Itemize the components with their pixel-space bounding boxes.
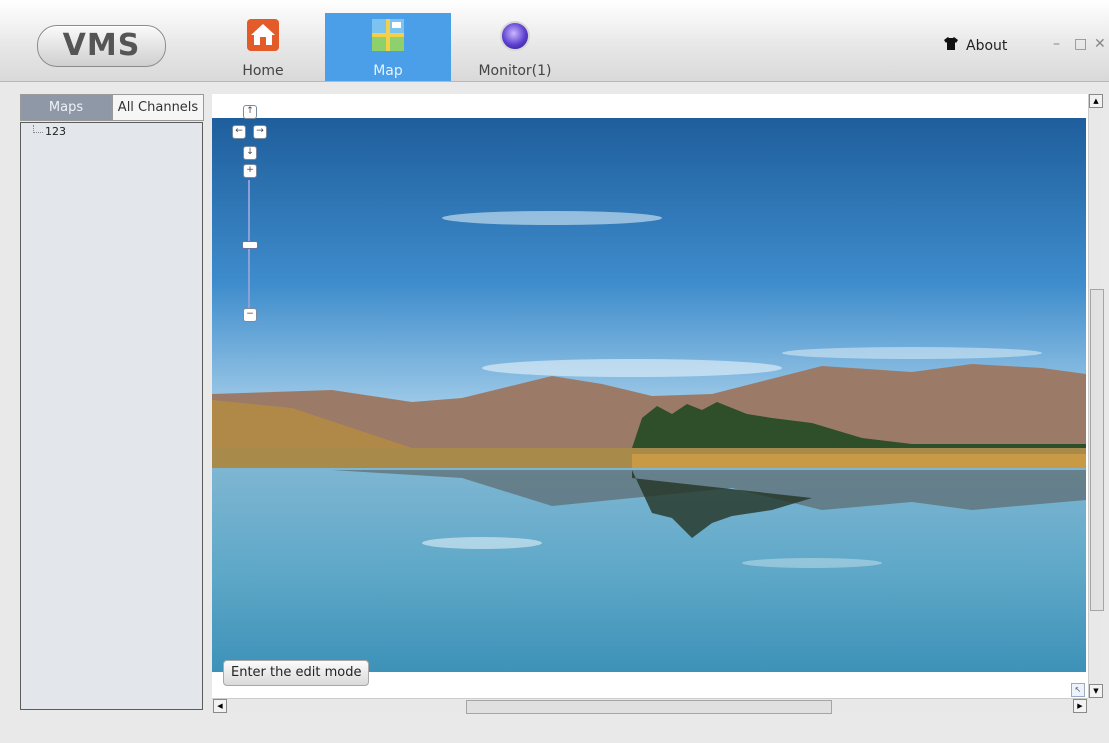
zoom-in-button[interactable]: +: [243, 164, 257, 178]
tab-monitor-label: Monitor(1): [478, 63, 552, 79]
pan-down-button[interactable]: ↓: [243, 146, 257, 160]
maximize-button[interactable]: □: [1074, 36, 1087, 52]
vertical-scrollbar[interactable]: ▲ ▼: [1088, 94, 1104, 698]
zoom-out-button[interactable]: −: [243, 308, 257, 322]
pan-right-button[interactable]: →: [253, 125, 267, 139]
tree-connector: [33, 125, 43, 133]
home-icon: [247, 19, 279, 51]
top-bar: VMS Home Map Monitor(1) About – □ ✕: [0, 0, 1109, 82]
about-button[interactable]: About: [944, 37, 1007, 54]
tab-map-label: Map: [373, 63, 403, 79]
scroll-right-arrow-icon[interactable]: ▶: [1073, 699, 1087, 713]
map-tree: 123: [20, 122, 203, 710]
map-image[interactable]: [212, 118, 1086, 672]
app-logo: VMS: [37, 25, 166, 67]
tab-maps[interactable]: Maps: [20, 94, 112, 121]
tab-all-channels[interactable]: All Channels: [112, 94, 204, 121]
pan-left-button[interactable]: ←: [232, 125, 246, 139]
pan-up-button[interactable]: ↑: [243, 105, 257, 119]
tab-home[interactable]: Home: [217, 13, 309, 81]
horizontal-scrollbar[interactable]: ◀ ▶: [212, 698, 1088, 714]
zoom-slider[interactable]: [248, 180, 250, 318]
tab-monitor[interactable]: Monitor(1): [467, 13, 563, 81]
scroll-down-arrow-icon[interactable]: ▼: [1089, 684, 1103, 698]
tree-item[interactable]: 123: [33, 125, 66, 138]
scroll-up-arrow-icon[interactable]: ▲: [1089, 94, 1103, 108]
about-label: About: [966, 38, 1008, 54]
enter-edit-mode-button[interactable]: Enter the edit mode: [223, 660, 370, 686]
monitor-icon: [500, 21, 530, 51]
horizontal-scroll-thumb[interactable]: [466, 700, 832, 714]
vertical-scroll-thumb[interactable]: [1090, 289, 1104, 611]
overview-toggle-icon[interactable]: ↖: [1071, 683, 1085, 697]
shirt-icon: [944, 37, 960, 54]
close-button[interactable]: ✕: [1094, 36, 1106, 52]
tab-map[interactable]: Map: [325, 13, 451, 81]
tab-home-label: Home: [242, 63, 284, 79]
map-icon: [372, 19, 404, 51]
scroll-left-arrow-icon[interactable]: ◀: [213, 699, 227, 713]
tree-item-label: 123: [45, 125, 66, 138]
zoom-slider-thumb[interactable]: [242, 241, 258, 249]
map-panel: ↑ ← → ↓ + − Enter the edit mode: [212, 94, 1088, 698]
minimize-button[interactable]: –: [1053, 36, 1060, 52]
